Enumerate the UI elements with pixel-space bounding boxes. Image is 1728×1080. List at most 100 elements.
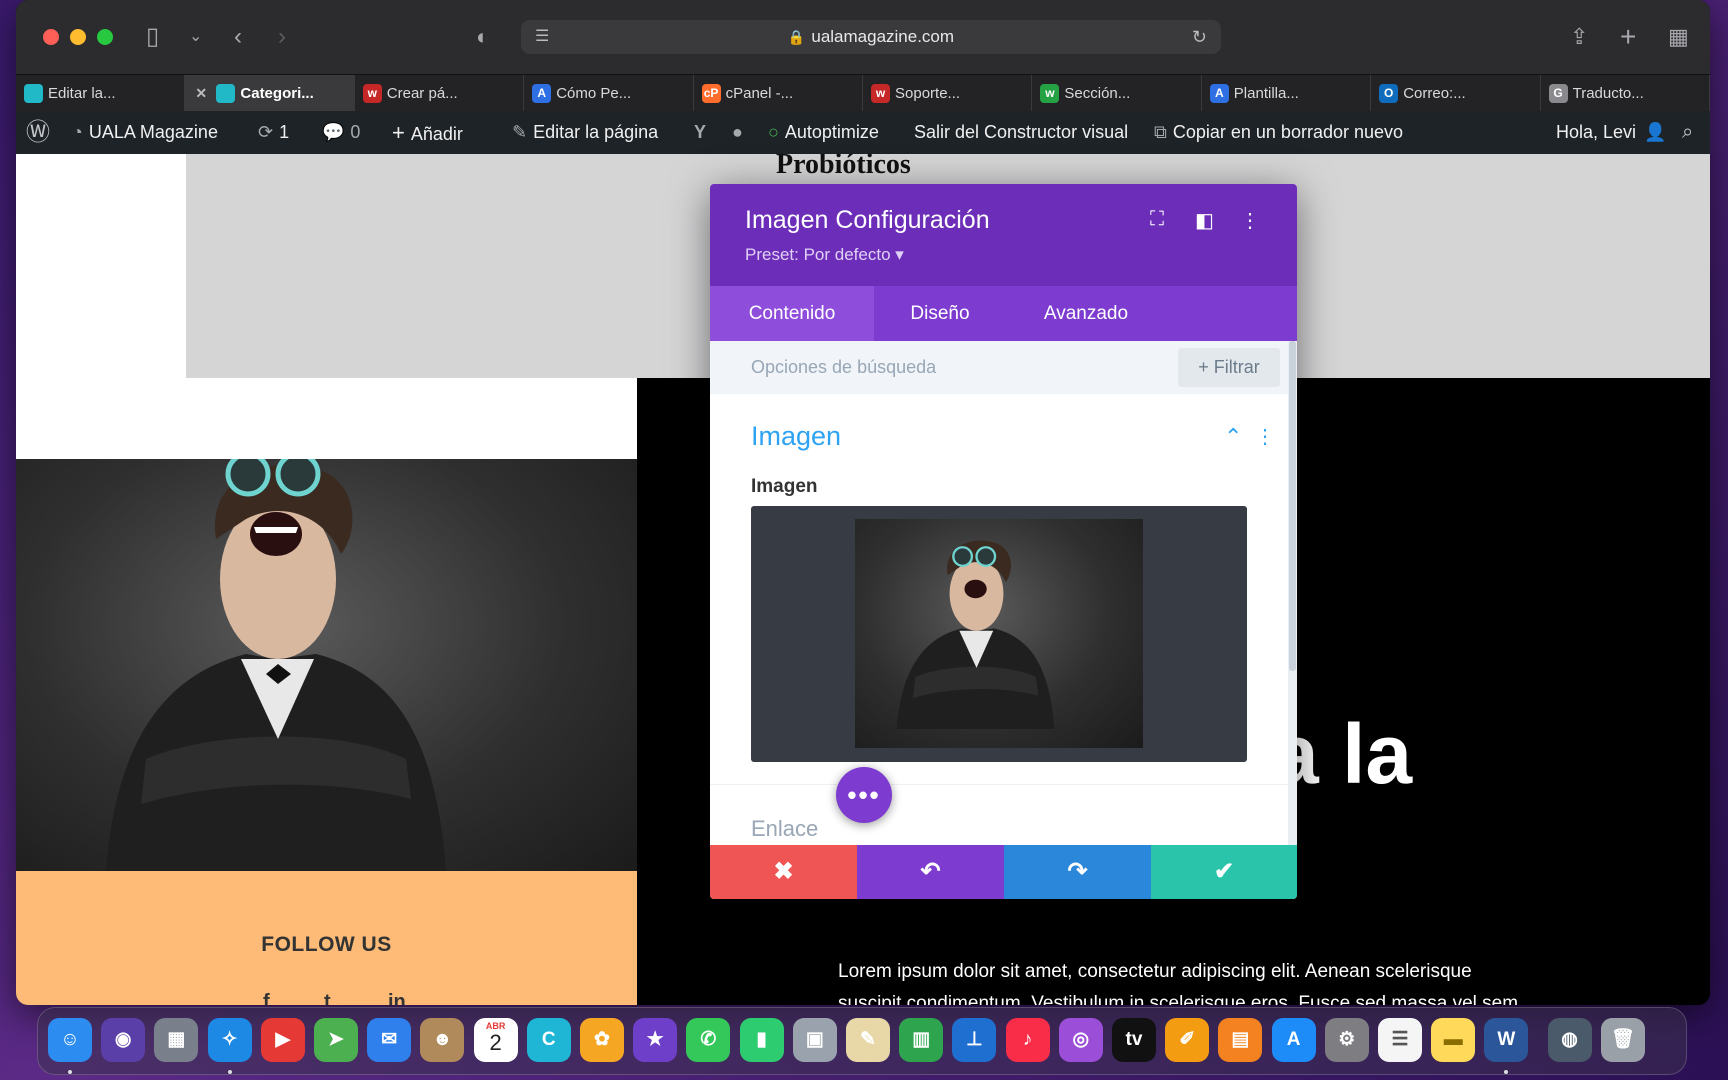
privacy-shield-icon[interactable]: ◐ <box>476 22 489 52</box>
wp-site-menu[interactable]: ◔ UALA Magazine <box>72 111 218 154</box>
follow-us-section: FOLLOW US f t in <box>16 871 637 1005</box>
modal-scrollbar[interactable] <box>1288 341 1297 845</box>
wp-add-new[interactable]: + Añadir <box>392 111 463 154</box>
browser-tab[interactable]: G Traducto... <box>1541 75 1710 112</box>
reminders-icon[interactable]: ☰ <box>1378 1018 1422 1062</box>
forward-icon[interactable]: › <box>278 22 286 52</box>
imovie-icon[interactable]: ★ <box>633 1018 678 1062</box>
system-preferences-icon[interactable]: ⚙ <box>1324 1018 1369 1062</box>
preset-dropdown[interactable]: Preset: Por defecto ▾ <box>745 245 904 265</box>
trash-icon[interactable]: 🗑 <box>1600 1018 1645 1062</box>
siri-icon[interactable]: ◉ <box>101 1018 146 1062</box>
close-window-button[interactable] <box>43 29 59 45</box>
tv-icon[interactable]: tv <box>1112 1018 1156 1062</box>
browser-tab[interactable]: Categori... ✕ <box>185 75 355 112</box>
contacts-icon[interactable]: ☻ <box>420 1018 465 1062</box>
keynote-icon[interactable]: ⊥ <box>952 1018 997 1062</box>
reader-icon[interactable]: ☰ <box>535 20 549 54</box>
twitter-icon[interactable]: t <box>324 991 331 1005</box>
modal-header[interactable]: Imagen Configuración Preset: Por defecto… <box>710 184 1297 286</box>
photos-icon[interactable]: ✿ <box>580 1018 624 1062</box>
safari-icon[interactable]: ✧ <box>207 1018 252 1062</box>
music-icon[interactable]: ♪ <box>1005 1018 1050 1062</box>
minimize-window-button[interactable] <box>70 29 86 45</box>
next-section-title[interactable]: Enlace <box>751 816 818 842</box>
image-section-title[interactable]: Imagen <box>751 421 841 452</box>
tab-contenido[interactable]: Contenido <box>710 286 874 341</box>
tab-favicon-icon: w <box>362 84 382 103</box>
browser-tab[interactable]: w Sección... <box>1032 75 1202 112</box>
tab-avanzado[interactable]: Avanzado <box>1006 286 1166 341</box>
numbers-icon[interactable]: ▥ <box>899 1018 944 1062</box>
comment-icon: 💬 <box>322 122 345 142</box>
split-view-icon[interactable]: ◧ <box>1195 208 1214 233</box>
tab-diseno[interactable]: Diseño <box>874 286 1006 341</box>
app-store-icon[interactable]: A <box>1271 1018 1316 1062</box>
discard-button[interactable]: ✖ <box>710 845 857 899</box>
notes-icon[interactable]: ▬ <box>1431 1018 1476 1062</box>
undo-button[interactable]: ↶ <box>857 845 1004 899</box>
word-icon[interactable]: W <box>1484 1018 1529 1062</box>
expand-icon[interactable]: ⛶ <box>1150 208 1164 231</box>
canva-icon[interactable]: C <box>526 1018 571 1062</box>
zoom-window-button[interactable] <box>97 29 113 45</box>
wp-account[interactable]: Hola, Levi 👤 <box>1556 111 1672 154</box>
new-tab-icon[interactable]: + <box>1620 22 1636 52</box>
browser-tab[interactable]: cP cPanel -... <box>694 75 863 112</box>
edit-page-label: Editar la página <box>533 122 659 142</box>
redo-button[interactable]: ↷ <box>1004 845 1151 899</box>
options-search[interactable]: Opciones de búsqueda + Filtrar <box>710 341 1288 394</box>
scrollbar-thumb[interactable] <box>1289 341 1296 671</box>
maps-icon[interactable]: ➤ <box>314 1018 358 1062</box>
wp-autoptimize[interactable]: ○ Autoptimize <box>768 111 879 154</box>
finder-icon[interactable]: ☺ <box>48 1018 92 1062</box>
share-icon[interactable]: ⇪ <box>1570 22 1588 52</box>
address-bar[interactable]: ☰ 🔒 ualamagazine.com ↻ <box>521 20 1221 54</box>
sidebar-icon[interactable]: ▯ <box>146 22 159 52</box>
browser-tab[interactable]: O Correo:... <box>1371 75 1541 112</box>
launchpad-icon[interactable]: ▦ <box>154 1018 199 1062</box>
wordpress-logo-icon[interactable]: Ⓦ <box>26 111 50 154</box>
tab-overview-icon[interactable]: ▦ <box>1668 22 1689 52</box>
browser-tab[interactable]: Editar la... <box>16 75 186 112</box>
browser-tab[interactable]: A Plantilla... <box>1202 75 1372 112</box>
lorem-line-2: suscipit condimentum. Vestibulum in scel… <box>838 993 1519 1005</box>
pages-icon[interactable]: ✐ <box>1165 1018 1210 1062</box>
facebook-icon[interactable]: f <box>263 991 270 1005</box>
reload-icon[interactable]: ↻ <box>1192 20 1207 54</box>
search-icon[interactable]: ⌕ <box>1682 111 1693 154</box>
wp-updates[interactable]: ⟳ 1 <box>258 111 289 154</box>
browser-tab[interactable]: w Soporte... <box>863 75 1033 112</box>
page-settings-fab[interactable]: ••• <box>836 767 892 823</box>
wp-exit-builder[interactable]: Salir del Constructor visual <box>914 111 1128 154</box>
browser-tab[interactable]: A Cómo Pe... <box>524 75 694 112</box>
chevron-up-icon[interactable]: ⌃ <box>1224 424 1242 450</box>
back-icon[interactable]: ‹ <box>234 22 242 52</box>
wp-comments[interactable]: 💬 0 <box>322 111 360 154</box>
wp-copy-draft[interactable]: ⧉ Copiar en un borrador nuevo <box>1154 111 1403 154</box>
books-icon[interactable]: ▤ <box>1218 1018 1263 1062</box>
yoast-icon[interactable]: Y <box>694 111 706 154</box>
image-upload-field[interactable] <box>751 506 1247 762</box>
search-options-input[interactable]: Opciones de búsqueda <box>751 341 936 394</box>
filter-button[interactable]: + Filtrar <box>1178 348 1280 387</box>
tab-label: Sección... <box>1064 85 1131 102</box>
save-button[interactable]: ✔ <box>1151 845 1297 899</box>
close-tab-icon[interactable]: ✕ <box>195 75 207 112</box>
man-with-goggles-image[interactable] <box>16 459 637 871</box>
youtube-icon[interactable]: ▶ <box>260 1018 305 1062</box>
section-menu-icon[interactable]: ⋮ <box>1255 424 1275 449</box>
calendar-icon[interactable]: ABR 2 <box>473 1018 518 1062</box>
preview-icon[interactable]: ▣ <box>792 1018 837 1062</box>
textedit-icon[interactable]: ✎ <box>846 1018 890 1062</box>
messages-icon[interactable]: ✆ <box>686 1018 731 1062</box>
more-options-icon[interactable]: ⋮ <box>1240 208 1260 233</box>
browser-tab[interactable]: w Crear pá... <box>355 75 525 112</box>
wp-edit-page[interactable]: ✎ Editar la página <box>512 111 658 154</box>
linkedin-icon[interactable]: in <box>388 991 406 1005</box>
podcasts-icon[interactable]: ◎ <box>1058 1018 1103 1062</box>
chevron-down-icon[interactable]: ⌄ <box>189 22 202 52</box>
mail-icon[interactable]: ✉ <box>367 1018 412 1062</box>
facetime-icon[interactable]: ▮ <box>739 1018 784 1062</box>
quicktime-icon[interactable]: ◍ <box>1547 1018 1592 1062</box>
